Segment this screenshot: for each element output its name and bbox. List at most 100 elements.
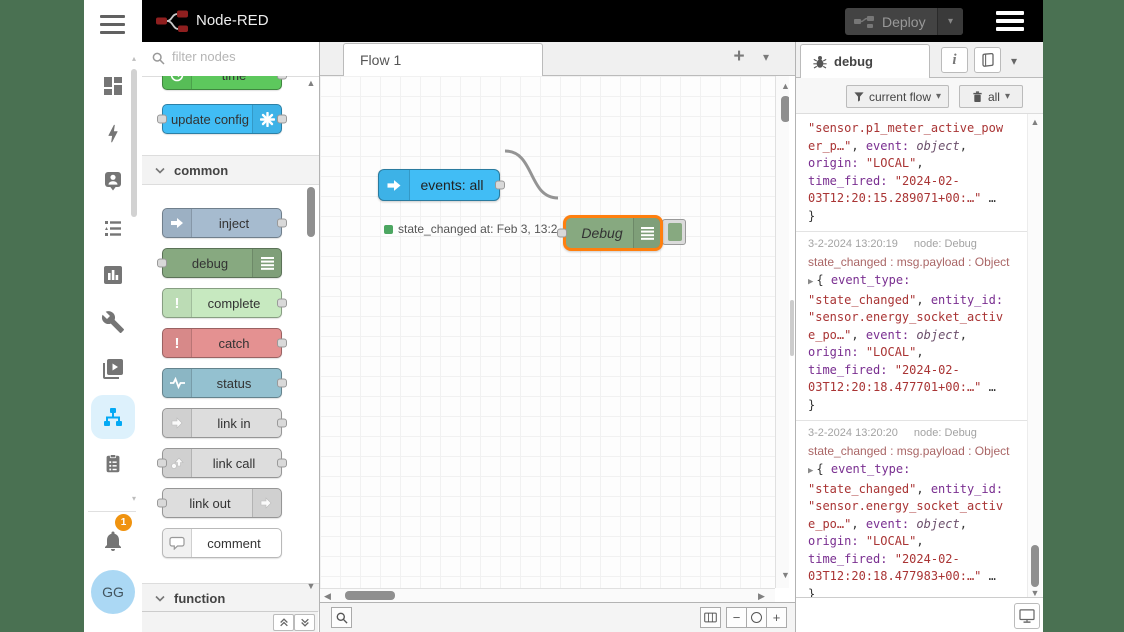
help-tab-button[interactable] (974, 47, 1001, 73)
debug-lines-icon (633, 218, 660, 248)
palette-node-comment[interactable]: comment (162, 528, 282, 558)
scroll-up-icon[interactable]: ▲ (1028, 117, 1042, 127)
sidebar-item-node-red[interactable] (91, 395, 135, 439)
tab-debug[interactable]: debug (800, 44, 930, 78)
node-status-dot (384, 225, 393, 234)
canvas-horizontal-scrollbar[interactable]: ◀ ▶ (320, 588, 775, 602)
workspace-footer: − + (320, 602, 795, 632)
palette-node-update-config[interactable]: update config (157, 104, 287, 134)
payload-token: , (851, 327, 866, 342)
scrollbar-thumb[interactable] (1031, 545, 1039, 587)
palette-node-label: update config (170, 111, 250, 127)
payload-token: origin: (808, 345, 859, 359)
sidebar-options-button[interactable]: ▾ (1011, 54, 1017, 68)
exclamation-icon: ! (163, 329, 192, 357)
sidebar-item-developer-tools[interactable] (91, 300, 135, 344)
scrollbar-thumb[interactable] (307, 187, 315, 237)
flow-canvas[interactable]: state_changed at: Feb 3, 13:2 events: al… (320, 76, 775, 588)
workspace: Flow 1 + ▾ state_changed at: Feb 3, 13:2… (320, 42, 795, 632)
chevron-down-icon: ▾ (1011, 54, 1018, 68)
scroll-up-icon[interactable]: ▴ (129, 54, 139, 63)
info-tab-button[interactable]: i (941, 47, 968, 73)
scroll-down-icon[interactable]: ▾ (129, 494, 139, 503)
payload-token: 03T12:20:18.477701+00:…" (808, 380, 982, 394)
flow-tab-label: Flow 1 (360, 52, 402, 68)
sidebar-item-logbook[interactable] (91, 206, 135, 250)
palette-node-status[interactable]: status (162, 368, 287, 398)
sidebar-item-history[interactable] (91, 253, 135, 297)
debug-enable-toggle[interactable] (662, 219, 686, 245)
clipboard-list-icon (106, 454, 120, 473)
payload-token: object (916, 327, 960, 342)
event-log-button[interactable] (1014, 603, 1040, 629)
scrollbar-thumb[interactable] (345, 591, 395, 600)
palette-category-common[interactable]: common (142, 155, 319, 185)
flow-node-events-all[interactable]: events: all (378, 169, 505, 201)
scroll-down-icon[interactable]: ▼ (304, 581, 318, 591)
expand-caret-icon[interactable]: ▶ (808, 466, 813, 476)
sidebar-item-energy[interactable] (91, 112, 135, 156)
splitter-grip[interactable] (790, 300, 794, 356)
deploy-options-button[interactable]: ▾ (937, 8, 963, 35)
flow-node-debug[interactable]: Debug (557, 215, 663, 251)
debug-clear-button[interactable]: all ▾ (959, 85, 1023, 108)
chevron-down-icon (155, 167, 165, 174)
palette-node-debug[interactable]: debug (157, 248, 282, 278)
palette-node-link-call[interactable]: link call (157, 448, 287, 478)
debug-message: 3-2-2024 13:20:20 node: Debug state_change… (796, 421, 1027, 597)
navigator-button[interactable] (700, 607, 721, 628)
expand-all-categories-button[interactable] (294, 614, 315, 631)
zoom-reset-button[interactable] (746, 607, 767, 628)
search-flows-button[interactable] (331, 607, 352, 628)
flow-list-button[interactable]: ▾ (763, 50, 769, 64)
person-badge-icon (105, 172, 121, 191)
node-input-port (157, 114, 167, 124)
palette-node-link-out[interactable]: link out (157, 488, 282, 518)
deploy-button[interactable]: Deploy ▾ (845, 8, 963, 35)
payload-token: } (808, 208, 816, 223)
scroll-up-icon[interactable]: ▲ (304, 78, 318, 88)
deploy-label: Deploy (882, 13, 926, 30)
zoom-in-button[interactable]: + (766, 607, 787, 628)
debug-message-list: "sensor.p1_meter_active_pow er_p…", event… (796, 114, 1027, 597)
user-avatar[interactable]: GG (91, 570, 135, 614)
notifications-button[interactable]: 1 (91, 514, 135, 563)
wire-events-to-debug[interactable] (504, 149, 559, 200)
payload-token: "LOCAL" (865, 345, 917, 359)
add-flow-button[interactable]: + (727, 46, 751, 70)
debug-clear-label: all (987, 89, 1000, 104)
sidebar-item-todo[interactable] (91, 442, 135, 486)
scroll-left-icon[interactable]: ◀ (324, 591, 331, 602)
payload-token (887, 174, 894, 188)
palette-node-catch[interactable]: ! catch (162, 328, 287, 358)
palette-node-inject[interactable]: inject (162, 208, 287, 238)
payload-token: e_po…" (808, 327, 852, 342)
sidebar-item-people[interactable] (91, 159, 135, 203)
expand-caret-icon[interactable]: ▶ (808, 277, 813, 287)
zoom-out-button[interactable]: − (726, 607, 747, 628)
palette-category-function[interactable]: function (142, 583, 319, 612)
debug-filter-label: current flow (868, 89, 931, 104)
tab-flow-1[interactable]: Flow 1 (343, 43, 543, 76)
palette-scrollbar[interactable]: ▲ ▼ (304, 76, 318, 612)
palette-node-link-in[interactable]: link in (162, 408, 287, 438)
sidebar-item-media[interactable] (91, 347, 135, 391)
scroll-right-icon[interactable]: ▶ (758, 591, 765, 602)
link-in-icon (163, 409, 192, 437)
sidebar-item-dashboard[interactable] (91, 64, 135, 108)
payload-token: event: (865, 138, 910, 153)
sidebar-menu-button[interactable] (100, 15, 125, 39)
payload-token: , (851, 516, 866, 531)
main-menu-button[interactable] (996, 11, 1024, 35)
palette-search-input[interactable] (170, 48, 304, 65)
node-output-port (277, 76, 287, 80)
collapse-all-categories-button[interactable] (273, 614, 294, 631)
debug-filter-button[interactable]: current flow ▾ (846, 85, 949, 108)
debug-scrollbar[interactable]: ▲ ▼ (1027, 114, 1042, 598)
palette-node-complete[interactable]: ! complete (162, 288, 287, 318)
palette-node-time[interactable]: time (162, 76, 287, 90)
node-input-port (157, 458, 167, 468)
media-play-icon (103, 359, 123, 379)
node-input-port[interactable] (557, 228, 567, 238)
node-output-port[interactable] (495, 180, 505, 190)
